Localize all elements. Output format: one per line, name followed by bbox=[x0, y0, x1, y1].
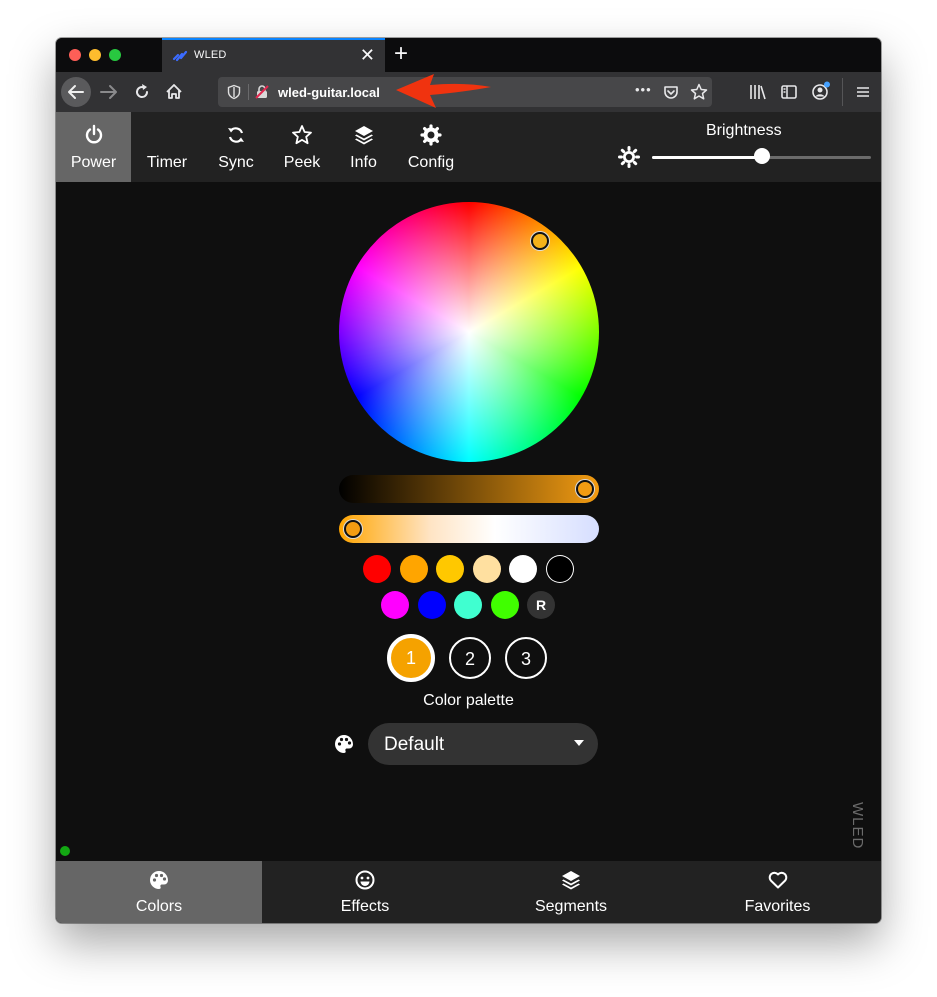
palette-dropdown[interactable]: Default bbox=[368, 723, 598, 765]
power-label: Power bbox=[70, 154, 117, 171]
star-icon bbox=[292, 125, 312, 145]
browser-toolbar: wled-guitar.local ••• bbox=[56, 72, 881, 112]
power-icon bbox=[85, 124, 102, 144]
back-arrow-icon bbox=[68, 85, 84, 99]
layers-icon bbox=[354, 126, 373, 145]
url-text[interactable]: wled-guitar.local bbox=[278, 85, 380, 100]
colors-panel: R 1 2 3 Color palette Default WLED bbox=[56, 182, 881, 861]
page-actions-icon[interactable]: ••• bbox=[635, 82, 652, 97]
info-button[interactable]: Info bbox=[336, 112, 391, 182]
random-color-button[interactable]: R bbox=[527, 591, 555, 619]
tab-segments-label: Segments bbox=[534, 898, 608, 915]
color-slot-2[interactable]: 2 bbox=[449, 637, 491, 679]
timer-label: Timer bbox=[146, 154, 188, 171]
color-swatch-row2-1[interactable] bbox=[381, 591, 409, 619]
tab-favorites-label: Favorites bbox=[744, 898, 811, 915]
gear-icon bbox=[420, 124, 442, 146]
value-slider[interactable] bbox=[339, 475, 599, 503]
home-icon[interactable] bbox=[163, 81, 185, 103]
value-slider-handle[interactable] bbox=[576, 480, 594, 498]
tab-close-icon[interactable]: ✕ bbox=[360, 45, 375, 65]
palette-dropdown-value: Default bbox=[384, 734, 445, 755]
timer-button[interactable]: Timer bbox=[134, 112, 200, 182]
color-swatch-row2-4[interactable] bbox=[490, 591, 519, 619]
color-swatch-row2-3[interactable] bbox=[454, 591, 482, 619]
config-button[interactable]: Config bbox=[396, 112, 466, 182]
smiley-icon bbox=[355, 870, 375, 890]
info-label: Info bbox=[350, 154, 377, 171]
connection-status-dot bbox=[60, 846, 70, 856]
power-button[interactable]: Power bbox=[56, 112, 131, 182]
color-swatch-row1-4[interactable] bbox=[472, 555, 501, 583]
tab-effects[interactable]: Effects bbox=[262, 861, 468, 923]
brightness-slider-handle[interactable] bbox=[753, 148, 770, 164]
moon-icon bbox=[165, 126, 174, 144]
tab-segments[interactable]: Segments bbox=[468, 861, 674, 923]
hamburger-menu-icon[interactable] bbox=[853, 82, 873, 102]
brightness-slider-fill bbox=[652, 156, 762, 159]
tab-effects-label: Effects bbox=[340, 898, 390, 915]
new-tab-button[interactable]: + bbox=[394, 41, 408, 67]
zoom-window-button[interactable] bbox=[109, 49, 121, 61]
close-window-button[interactable] bbox=[69, 49, 81, 61]
reload-icon[interactable] bbox=[132, 82, 152, 102]
wled-top-nav: Power Timer Sync Peek Info Config Bright… bbox=[56, 112, 881, 182]
bookmark-star-icon[interactable] bbox=[689, 82, 709, 102]
brightness-label: Brightness bbox=[706, 122, 782, 139]
browser-window: WLED ✕ + wled-guitar.local ••• Power Tim… bbox=[56, 38, 881, 923]
heart-icon bbox=[768, 871, 787, 889]
back-button[interactable] bbox=[61, 77, 91, 107]
pocket-icon[interactable] bbox=[662, 83, 680, 101]
color-swatch-row1-2[interactable] bbox=[399, 555, 428, 583]
peek-label: Peek bbox=[283, 154, 321, 171]
brightness-sun-icon bbox=[618, 146, 640, 168]
forward-arrow-icon[interactable] bbox=[98, 82, 120, 102]
browser-tab[interactable]: WLED ✕ bbox=[162, 38, 385, 72]
layers-icon bbox=[562, 871, 580, 890]
account-icon[interactable] bbox=[810, 80, 832, 102]
sidebar-icon[interactable] bbox=[779, 82, 799, 102]
tab-favorites[interactable]: Favorites bbox=[674, 861, 881, 923]
tab-strip: WLED ✕ + bbox=[56, 38, 881, 72]
chevron-down-icon bbox=[574, 740, 584, 746]
url-separator bbox=[248, 84, 249, 100]
tab-title: WLED bbox=[194, 49, 227, 61]
color-slot-1[interactable]: 1 bbox=[387, 634, 435, 682]
annotation-arrow-icon bbox=[396, 74, 491, 108]
library-icon[interactable] bbox=[748, 82, 768, 102]
color-slot-3[interactable]: 3 bbox=[505, 637, 547, 679]
insecure-lock-icon[interactable] bbox=[254, 84, 270, 100]
color-swatch-row1-5[interactable] bbox=[509, 555, 537, 583]
color-swatch-row1-1[interactable] bbox=[363, 555, 391, 583]
color-swatch-row1-3[interactable] bbox=[436, 555, 464, 583]
sync-button[interactable]: Sync bbox=[206, 112, 266, 182]
kelvin-slider[interactable] bbox=[339, 515, 599, 543]
kelvin-slider-handle[interactable] bbox=[344, 520, 362, 538]
color-wheel[interactable] bbox=[339, 202, 599, 462]
sync-icon bbox=[228, 127, 244, 143]
wled-watermark: WLED bbox=[849, 802, 866, 850]
color-wheel-handle[interactable] bbox=[531, 232, 549, 250]
minimize-window-button[interactable] bbox=[89, 49, 101, 61]
wled-bottom-nav: Colors Effects Segments Favorites bbox=[56, 861, 881, 923]
shield-icon[interactable] bbox=[226, 84, 242, 100]
color-swatch-row1-6[interactable] bbox=[545, 555, 574, 583]
tab-colors-label: Colors bbox=[135, 898, 183, 915]
wled-favicon-icon bbox=[172, 50, 188, 62]
toolbar-divider bbox=[842, 78, 843, 106]
sync-label: Sync bbox=[218, 154, 254, 171]
peek-button[interactable]: Peek bbox=[272, 112, 332, 182]
color-swatch-row2-2[interactable] bbox=[417, 591, 446, 619]
config-label: Config bbox=[407, 154, 455, 171]
palette-icon bbox=[335, 735, 353, 753]
palette-icon bbox=[150, 871, 168, 889]
color-palette-label: Color palette bbox=[423, 692, 514, 709]
tab-colors[interactable]: Colors bbox=[56, 861, 262, 923]
